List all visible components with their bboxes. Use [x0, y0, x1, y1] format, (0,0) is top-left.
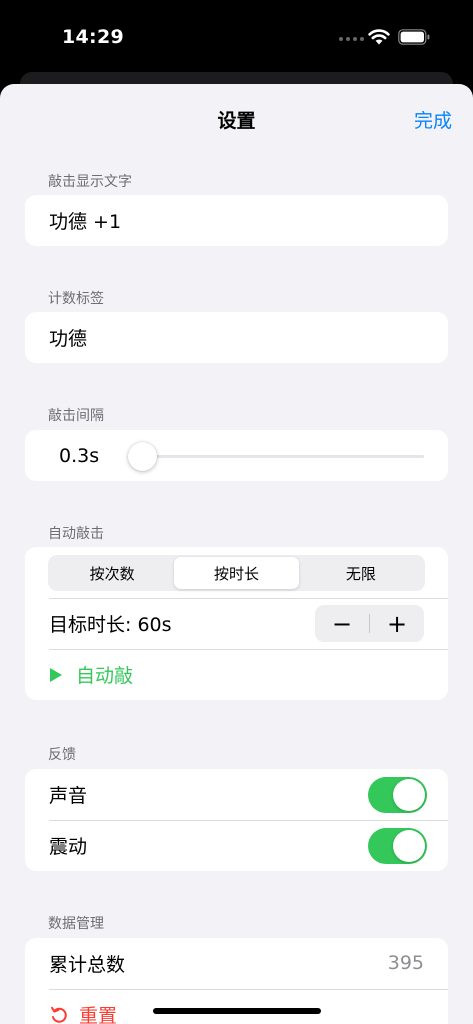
battery-icon: [398, 29, 430, 45]
reset-button[interactable]: 重置: [25, 989, 448, 1024]
count-label-card: 功德: [25, 312, 448, 363]
mode-unlimited[interactable]: 无限: [299, 557, 423, 589]
tap-text-header: 敲击显示文字: [48, 174, 132, 190]
auto-tap-header: 自动敲击: [48, 526, 104, 542]
vibration-toggle-knob: [393, 830, 425, 862]
home-indicator: [153, 1008, 321, 1014]
sound-row: 声音: [25, 769, 448, 820]
interval-card: 0.3s: [25, 430, 448, 481]
interval-value: 0.3s: [59, 444, 100, 467]
increment-button[interactable]: +: [370, 610, 424, 638]
settings-sheet: 设置 完成 敲击显示文字 功德 +1 计数标签 功德 敲击间隔 0.3s 自动敲…: [0, 84, 473, 1024]
auto-tap-card: 按次数 按时长 无限 目标时长: 60s − + 自动敲: [25, 547, 448, 700]
mode-by-duration[interactable]: 按时长: [174, 557, 299, 589]
sound-toggle[interactable]: [368, 777, 427, 813]
data-management-header: 数据管理: [48, 916, 104, 932]
auto-tap-start-label: 自动敲: [76, 665, 134, 687]
vibration-toggle[interactable]: [368, 828, 427, 864]
feedback-card: 声音 震动: [25, 769, 448, 871]
tap-text-field[interactable]: 功德 +1: [25, 195, 448, 246]
reset-icon: [51, 1006, 67, 1023]
tap-text-card: 功德 +1: [25, 195, 448, 246]
done-button[interactable]: 完成: [414, 106, 452, 133]
page-title: 设置: [217, 110, 256, 132]
auto-tap-mode-row: 按次数 按时长 无限: [25, 547, 448, 598]
interval-slider-thumb[interactable]: [128, 442, 157, 471]
vibration-row: 震动: [25, 820, 448, 871]
sound-label: 声音: [49, 785, 88, 807]
interval-row: 0.3s: [25, 430, 448, 481]
auto-tap-start-button[interactable]: 自动敲: [25, 649, 448, 700]
status-time: 14:29: [62, 26, 124, 48]
interval-slider[interactable]: [128, 442, 424, 471]
count-label-field[interactable]: 功德: [25, 312, 448, 363]
total-count-label: 累计总数: [49, 954, 126, 976]
status-bar: 14:29: [0, 0, 473, 72]
mode-by-count[interactable]: 按次数: [50, 557, 174, 589]
decrement-button[interactable]: −: [315, 610, 369, 638]
target-duration-label: 目标时长: 60s: [49, 614, 172, 636]
total-count-value: 395: [387, 952, 424, 974]
interval-header: 敲击间隔: [48, 408, 104, 424]
auto-tap-mode-control[interactable]: 按次数 按时长 无限: [48, 555, 425, 591]
vibration-label: 震动: [49, 836, 88, 858]
wifi-icon: [368, 29, 390, 45]
feedback-header: 反馈: [48, 747, 76, 763]
cellular-signal-icon: [339, 37, 364, 41]
reset-label: 重置: [79, 1005, 118, 1024]
sound-toggle-knob: [393, 779, 425, 811]
duration-stepper[interactable]: − +: [315, 605, 424, 642]
play-icon: [50, 667, 62, 682]
count-label-header: 计数标签: [48, 291, 104, 307]
total-count-row: 累计总数 395: [25, 938, 448, 989]
target-duration-row: 目标时长: 60s − +: [25, 598, 448, 649]
